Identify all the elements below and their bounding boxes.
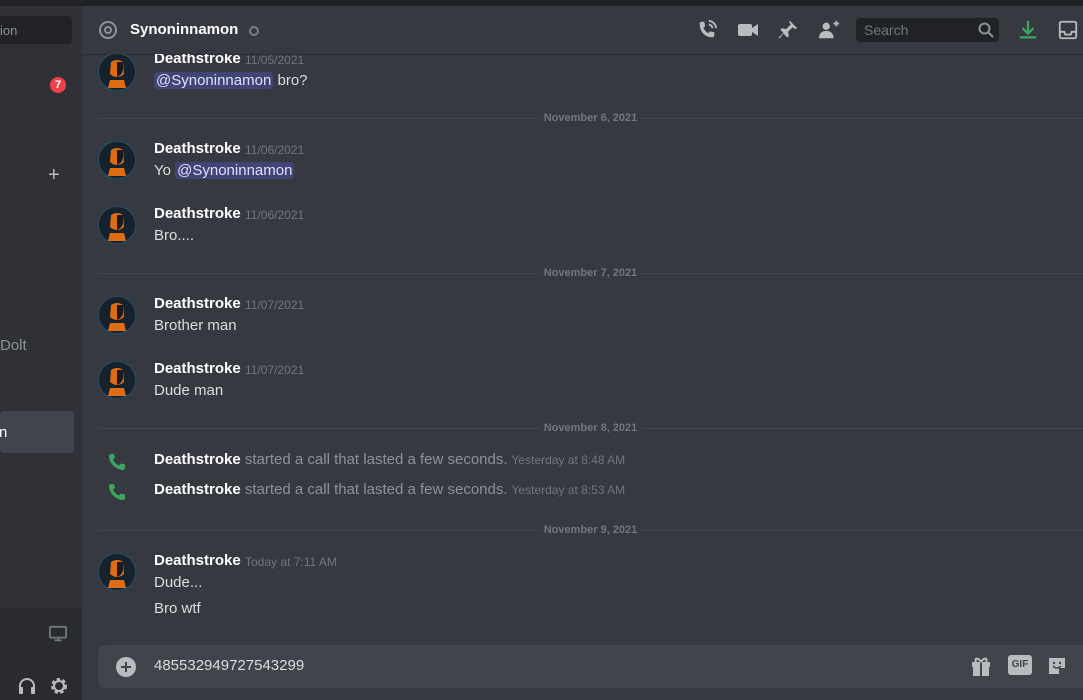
screen-share-icon[interactable] (49, 625, 67, 643)
sidebar-search-placeholder: ion (0, 23, 18, 38)
message-timestamp: 11/05/2021 (245, 54, 305, 67)
user-mention[interactable]: @Synoninnamon (154, 72, 274, 89)
message-author[interactable]: Deathstroke (154, 552, 241, 569)
avatar[interactable] (97, 360, 137, 400)
call-system-message: Deathstroke started a call that lasted a… (82, 481, 1083, 503)
date-divider-label: November 7, 2021 (539, 267, 642, 279)
pin-icon[interactable] (777, 19, 799, 41)
message-timestamp: Today at 7:11 AM (245, 555, 337, 569)
message-text: Yo (154, 162, 176, 179)
avatar[interactable] (97, 295, 137, 335)
message: Deathstroke 11/07/2021 Dude man (82, 360, 1083, 412)
call-timestamp: Yesterday at 8:53 AM (511, 483, 626, 497)
avatar[interactable] (97, 552, 137, 592)
message-input[interactable]: 485532949727543299 (154, 657, 304, 674)
user-panel (0, 608, 82, 700)
search-icon (978, 22, 994, 38)
message-text: Dude... (154, 574, 203, 591)
create-dm-button[interactable]: + (48, 165, 60, 185)
call-phone-icon (109, 484, 125, 500)
user-mention[interactable]: @Synoninnamon (175, 162, 295, 179)
sidebar-item-dolt[interactable]: Dolt (0, 337, 27, 354)
message-content: Yo @Synoninnamon (154, 162, 295, 179)
gear-icon[interactable] (49, 676, 69, 696)
channel-name: Synoninnamon (130, 21, 239, 38)
date-divider-label: November 6, 2021 (539, 112, 642, 124)
message-list: Deathstroke 11/05/2021 @Synoninnamon bro… (82, 54, 1083, 644)
avatar[interactable] (97, 54, 137, 92)
call-timestamp: Yesterday at 8:48 AM (511, 453, 626, 467)
message-text: bro? (273, 72, 308, 89)
call-description: started a call that lasted a few seconds… (244, 481, 508, 498)
gif-button[interactable]: GIF (1008, 655, 1032, 675)
message: Deathstroke Today at 7:11 AM Dude... Bro… (82, 552, 1083, 630)
sidebar: ion 7 + Dolt n (0, 6, 82, 700)
inbox-icon[interactable] (1057, 19, 1079, 41)
gift-icon[interactable] (970, 655, 992, 677)
avatar[interactable] (97, 205, 137, 245)
date-divider: November 6, 2021 (98, 112, 1083, 124)
avatar[interactable] (97, 140, 137, 180)
call-author[interactable]: Deathstroke (154, 451, 241, 468)
message-timestamp: 11/06/2021 (245, 143, 305, 157)
search-input[interactable] (856, 18, 999, 42)
unread-badge: 7 (50, 77, 66, 93)
add-friend-icon[interactable] (817, 19, 841, 41)
call-author[interactable]: Deathstroke (154, 481, 241, 498)
call-system-message: Deathstroke started a call that lasted a… (82, 451, 1083, 473)
download-icon[interactable] (1017, 19, 1039, 41)
message-author[interactable]: Deathstroke (154, 54, 241, 67)
sticker-icon[interactable] (1046, 655, 1068, 677)
message-content: @Synoninnamon bro? (154, 72, 308, 89)
message-text: Dude man (154, 382, 224, 399)
call-phone-icon (109, 454, 125, 470)
date-divider-label: November 8, 2021 (539, 422, 642, 434)
call-description: started a call that lasted a few seconds… (244, 451, 508, 468)
message-author[interactable]: Deathstroke (154, 205, 241, 222)
search-input-field[interactable] (862, 21, 976, 39)
message-author[interactable]: Deathstroke (154, 295, 241, 312)
message-text: Bro wtf (154, 600, 201, 617)
date-divider: November 7, 2021 (98, 267, 1083, 279)
message-text: Brother man (154, 317, 237, 334)
date-divider: November 9, 2021 (98, 524, 1083, 536)
message: Deathstroke 11/06/2021 Bro.... (82, 205, 1083, 257)
headset-icon[interactable] (17, 676, 37, 696)
phone-call-icon[interactable] (696, 19, 718, 41)
message-timestamp: 11/07/2021 (245, 363, 305, 377)
call-text: Deathstroke started a call that lasted a… (154, 451, 625, 468)
plus-circle-icon[interactable] (116, 657, 136, 677)
channel-header: Synoninnamon (82, 6, 1083, 54)
message-composer[interactable]: 485532949727543299 GIF (98, 645, 1083, 688)
status-offline-icon (249, 26, 259, 36)
message-timestamp: 11/06/2021 (245, 208, 305, 222)
date-divider-label: November 9, 2021 (539, 524, 642, 536)
message-author[interactable]: Deathstroke (154, 360, 241, 377)
message-text: Bro.... (154, 227, 195, 244)
message: Deathstroke 11/07/2021 Brother man (82, 295, 1083, 347)
video-icon[interactable] (736, 19, 760, 41)
sidebar-item-selected-label: n (0, 424, 8, 441)
at-icon (99, 21, 117, 39)
message-author[interactable]: Deathstroke (154, 140, 241, 157)
sidebar-item-selected[interactable]: n (0, 411, 74, 453)
sidebar-search-input[interactable]: ion (0, 16, 72, 44)
message: Deathstroke 11/05/2021 @Synoninnamon bro… (82, 54, 1083, 98)
call-text: Deathstroke started a call that lasted a… (154, 481, 625, 498)
date-divider: November 8, 2021 (98, 422, 1083, 434)
message: Deathstroke 11/06/2021 Yo @Synoninnamon (82, 140, 1083, 192)
message-timestamp: 11/07/2021 (245, 298, 305, 312)
